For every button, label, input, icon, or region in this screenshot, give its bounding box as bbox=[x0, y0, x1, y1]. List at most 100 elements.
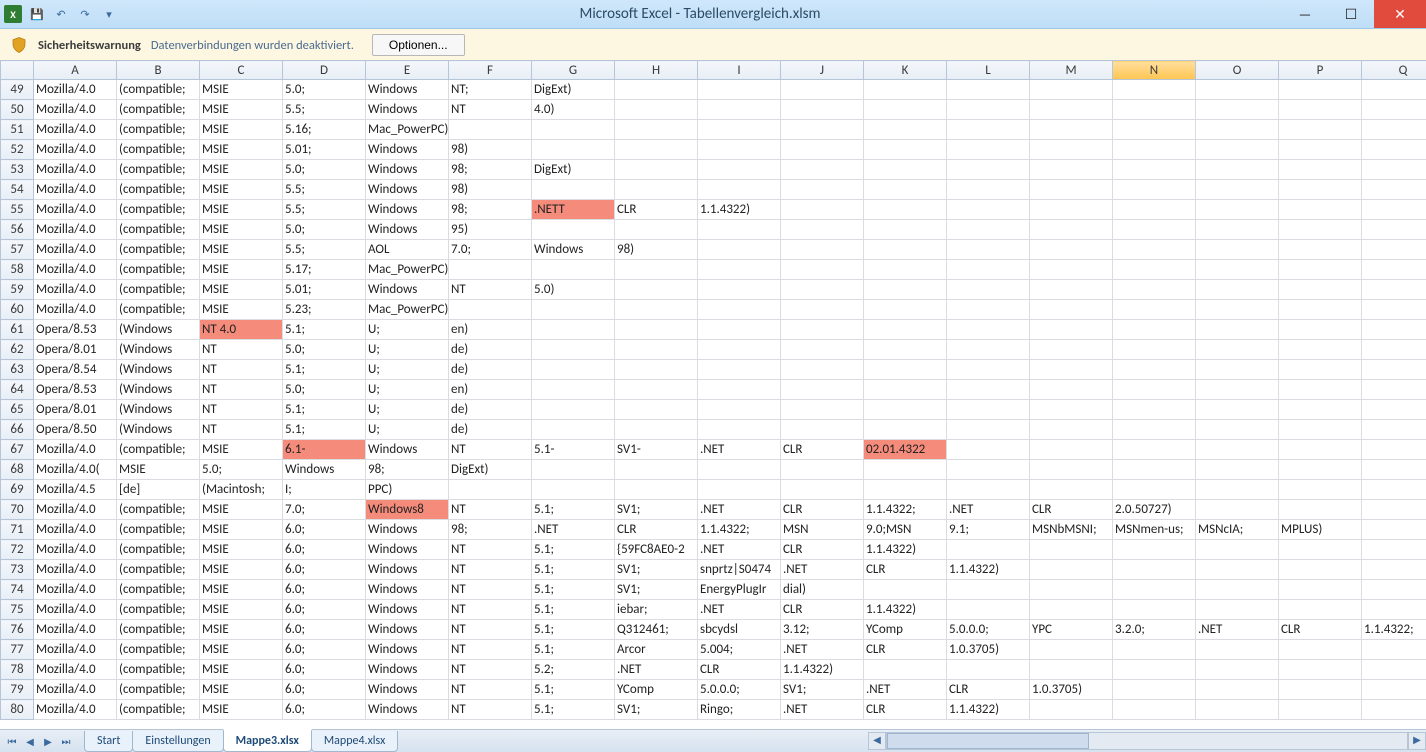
cell[interactable]: 5.0; bbox=[283, 220, 366, 240]
cell[interactable]: 5.1; bbox=[283, 420, 366, 440]
cell[interactable]: Windows bbox=[366, 540, 449, 560]
column-header[interactable]: K bbox=[864, 61, 947, 80]
cell[interactable] bbox=[532, 140, 615, 160]
cell[interactable]: (compatible; bbox=[117, 160, 200, 180]
cell[interactable]: MSNcIA; bbox=[1196, 520, 1279, 540]
cell[interactable] bbox=[864, 120, 947, 140]
cell[interactable] bbox=[1030, 580, 1113, 600]
minimize-button[interactable]: — bbox=[1282, 0, 1328, 28]
cell[interactable]: 6.0; bbox=[283, 520, 366, 540]
cell[interactable]: 5.0) bbox=[532, 280, 615, 300]
cell[interactable] bbox=[615, 120, 698, 140]
cell[interactable]: 5.5; bbox=[283, 180, 366, 200]
cell[interactable]: Windows bbox=[366, 620, 449, 640]
cell[interactable]: CLR bbox=[864, 700, 947, 720]
cell[interactable] bbox=[781, 280, 864, 300]
cell[interactable]: (compatible; bbox=[117, 180, 200, 200]
row-header[interactable]: 77 bbox=[1, 640, 34, 660]
cell[interactable] bbox=[1279, 440, 1362, 460]
column-header[interactable]: I bbox=[698, 61, 781, 80]
cell[interactable]: (compatible; bbox=[117, 220, 200, 240]
cell[interactable]: MSIE bbox=[200, 300, 283, 320]
cell[interactable] bbox=[864, 580, 947, 600]
row-header[interactable]: 79 bbox=[1, 680, 34, 700]
cell[interactable] bbox=[615, 80, 698, 100]
cell[interactable]: Mozilla/4.5 bbox=[34, 480, 117, 500]
cell[interactable] bbox=[1113, 480, 1196, 500]
cell[interactable]: (compatible; bbox=[117, 640, 200, 660]
cell[interactable] bbox=[615, 320, 698, 340]
cell[interactable] bbox=[615, 260, 698, 280]
row-header[interactable]: 63 bbox=[1, 360, 34, 380]
cell[interactable] bbox=[1362, 640, 1426, 660]
cell[interactable]: 7.0; bbox=[449, 240, 532, 260]
cell[interactable]: 5.2; bbox=[532, 660, 615, 680]
cell[interactable]: Windows bbox=[366, 80, 449, 100]
cell[interactable]: NT bbox=[449, 660, 532, 680]
cell[interactable] bbox=[1362, 200, 1426, 220]
cell[interactable]: 5.1; bbox=[283, 320, 366, 340]
cell[interactable] bbox=[615, 460, 698, 480]
cell[interactable]: 5.0; bbox=[283, 80, 366, 100]
cell[interactable]: .NET bbox=[698, 500, 781, 520]
cell[interactable]: 5.1; bbox=[532, 640, 615, 660]
cell[interactable]: NT; bbox=[449, 80, 532, 100]
cell[interactable] bbox=[864, 240, 947, 260]
cell[interactable]: MSIE bbox=[200, 180, 283, 200]
cell[interactable]: MSIE bbox=[200, 100, 283, 120]
cell[interactable]: NT bbox=[449, 600, 532, 620]
cell[interactable] bbox=[1196, 600, 1279, 620]
cell[interactable] bbox=[1279, 660, 1362, 680]
cell[interactable]: MSIE bbox=[200, 220, 283, 240]
cell[interactable] bbox=[864, 360, 947, 380]
cell[interactable] bbox=[947, 220, 1030, 240]
cell[interactable] bbox=[698, 100, 781, 120]
cell[interactable]: Mozilla/4.0 bbox=[34, 200, 117, 220]
cell[interactable]: (Windows bbox=[117, 360, 200, 380]
cell[interactable]: 5.1; bbox=[532, 620, 615, 640]
cell[interactable] bbox=[864, 460, 947, 480]
hscroll-right-button[interactable]: ▶ bbox=[1408, 732, 1426, 750]
cell[interactable] bbox=[615, 160, 698, 180]
cell[interactable] bbox=[864, 380, 947, 400]
close-button[interactable]: ✕ bbox=[1374, 0, 1426, 28]
cell[interactable]: CLR bbox=[864, 560, 947, 580]
cell[interactable] bbox=[698, 140, 781, 160]
cell[interactable]: CLR bbox=[615, 200, 698, 220]
cell[interactable] bbox=[698, 460, 781, 480]
cell[interactable]: DigExt) bbox=[532, 80, 615, 100]
cell[interactable] bbox=[532, 420, 615, 440]
cell[interactable]: 5.0; bbox=[283, 340, 366, 360]
cell[interactable] bbox=[449, 120, 532, 140]
row-header[interactable]: 54 bbox=[1, 180, 34, 200]
cell[interactable] bbox=[1196, 440, 1279, 460]
cell[interactable] bbox=[1030, 420, 1113, 440]
cell[interactable] bbox=[864, 480, 947, 500]
cell[interactable] bbox=[1279, 600, 1362, 620]
cell[interactable] bbox=[1030, 560, 1113, 580]
cell[interactable] bbox=[698, 380, 781, 400]
cell[interactable] bbox=[698, 360, 781, 380]
cell[interactable] bbox=[1113, 340, 1196, 360]
cell[interactable]: DigExt) bbox=[449, 460, 532, 480]
cell[interactable]: 5.0; bbox=[200, 460, 283, 480]
cell[interactable]: dial) bbox=[781, 580, 864, 600]
cell[interactable] bbox=[947, 240, 1030, 260]
cell[interactable] bbox=[1113, 140, 1196, 160]
cell[interactable]: SV1; bbox=[781, 680, 864, 700]
cell[interactable]: 1.0.3705) bbox=[947, 640, 1030, 660]
cell[interactable]: CLR bbox=[1279, 620, 1362, 640]
cell[interactable] bbox=[781, 300, 864, 320]
sheet-tab[interactable]: Einstellungen bbox=[132, 731, 223, 752]
cell[interactable]: SV1; bbox=[615, 560, 698, 580]
cell[interactable] bbox=[698, 120, 781, 140]
cell[interactable] bbox=[1279, 380, 1362, 400]
cell[interactable] bbox=[1030, 700, 1113, 720]
cell[interactable]: .NET bbox=[1196, 620, 1279, 640]
cell[interactable] bbox=[449, 480, 532, 500]
cell[interactable] bbox=[864, 280, 947, 300]
cell[interactable]: CLR bbox=[947, 680, 1030, 700]
cell[interactable] bbox=[1362, 100, 1426, 120]
cell[interactable]: 9.1; bbox=[947, 520, 1030, 540]
cell[interactable]: (compatible; bbox=[117, 140, 200, 160]
